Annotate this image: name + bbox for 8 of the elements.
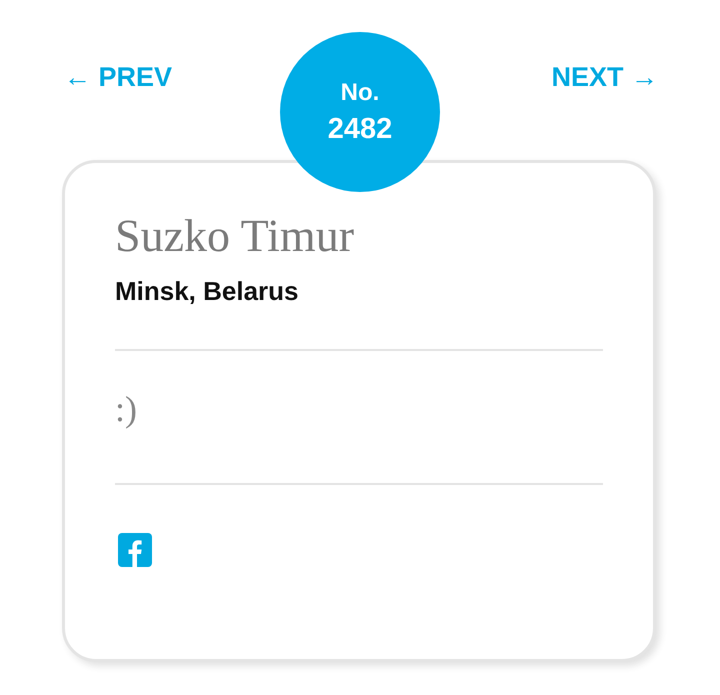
- facebook-icon[interactable]: [118, 532, 152, 567]
- badge-number: 2482: [328, 112, 392, 146]
- badge-label: No.: [340, 78, 380, 106]
- next-link[interactable]: NEXT →: [551, 62, 658, 160]
- location-text: Minsk, Belarus: [115, 276, 300, 307]
- prev-link[interactable]: ← PREV: [64, 62, 172, 160]
- bio-text: :): [115, 390, 138, 431]
- person-name: Suzko Timur: [115, 211, 356, 262]
